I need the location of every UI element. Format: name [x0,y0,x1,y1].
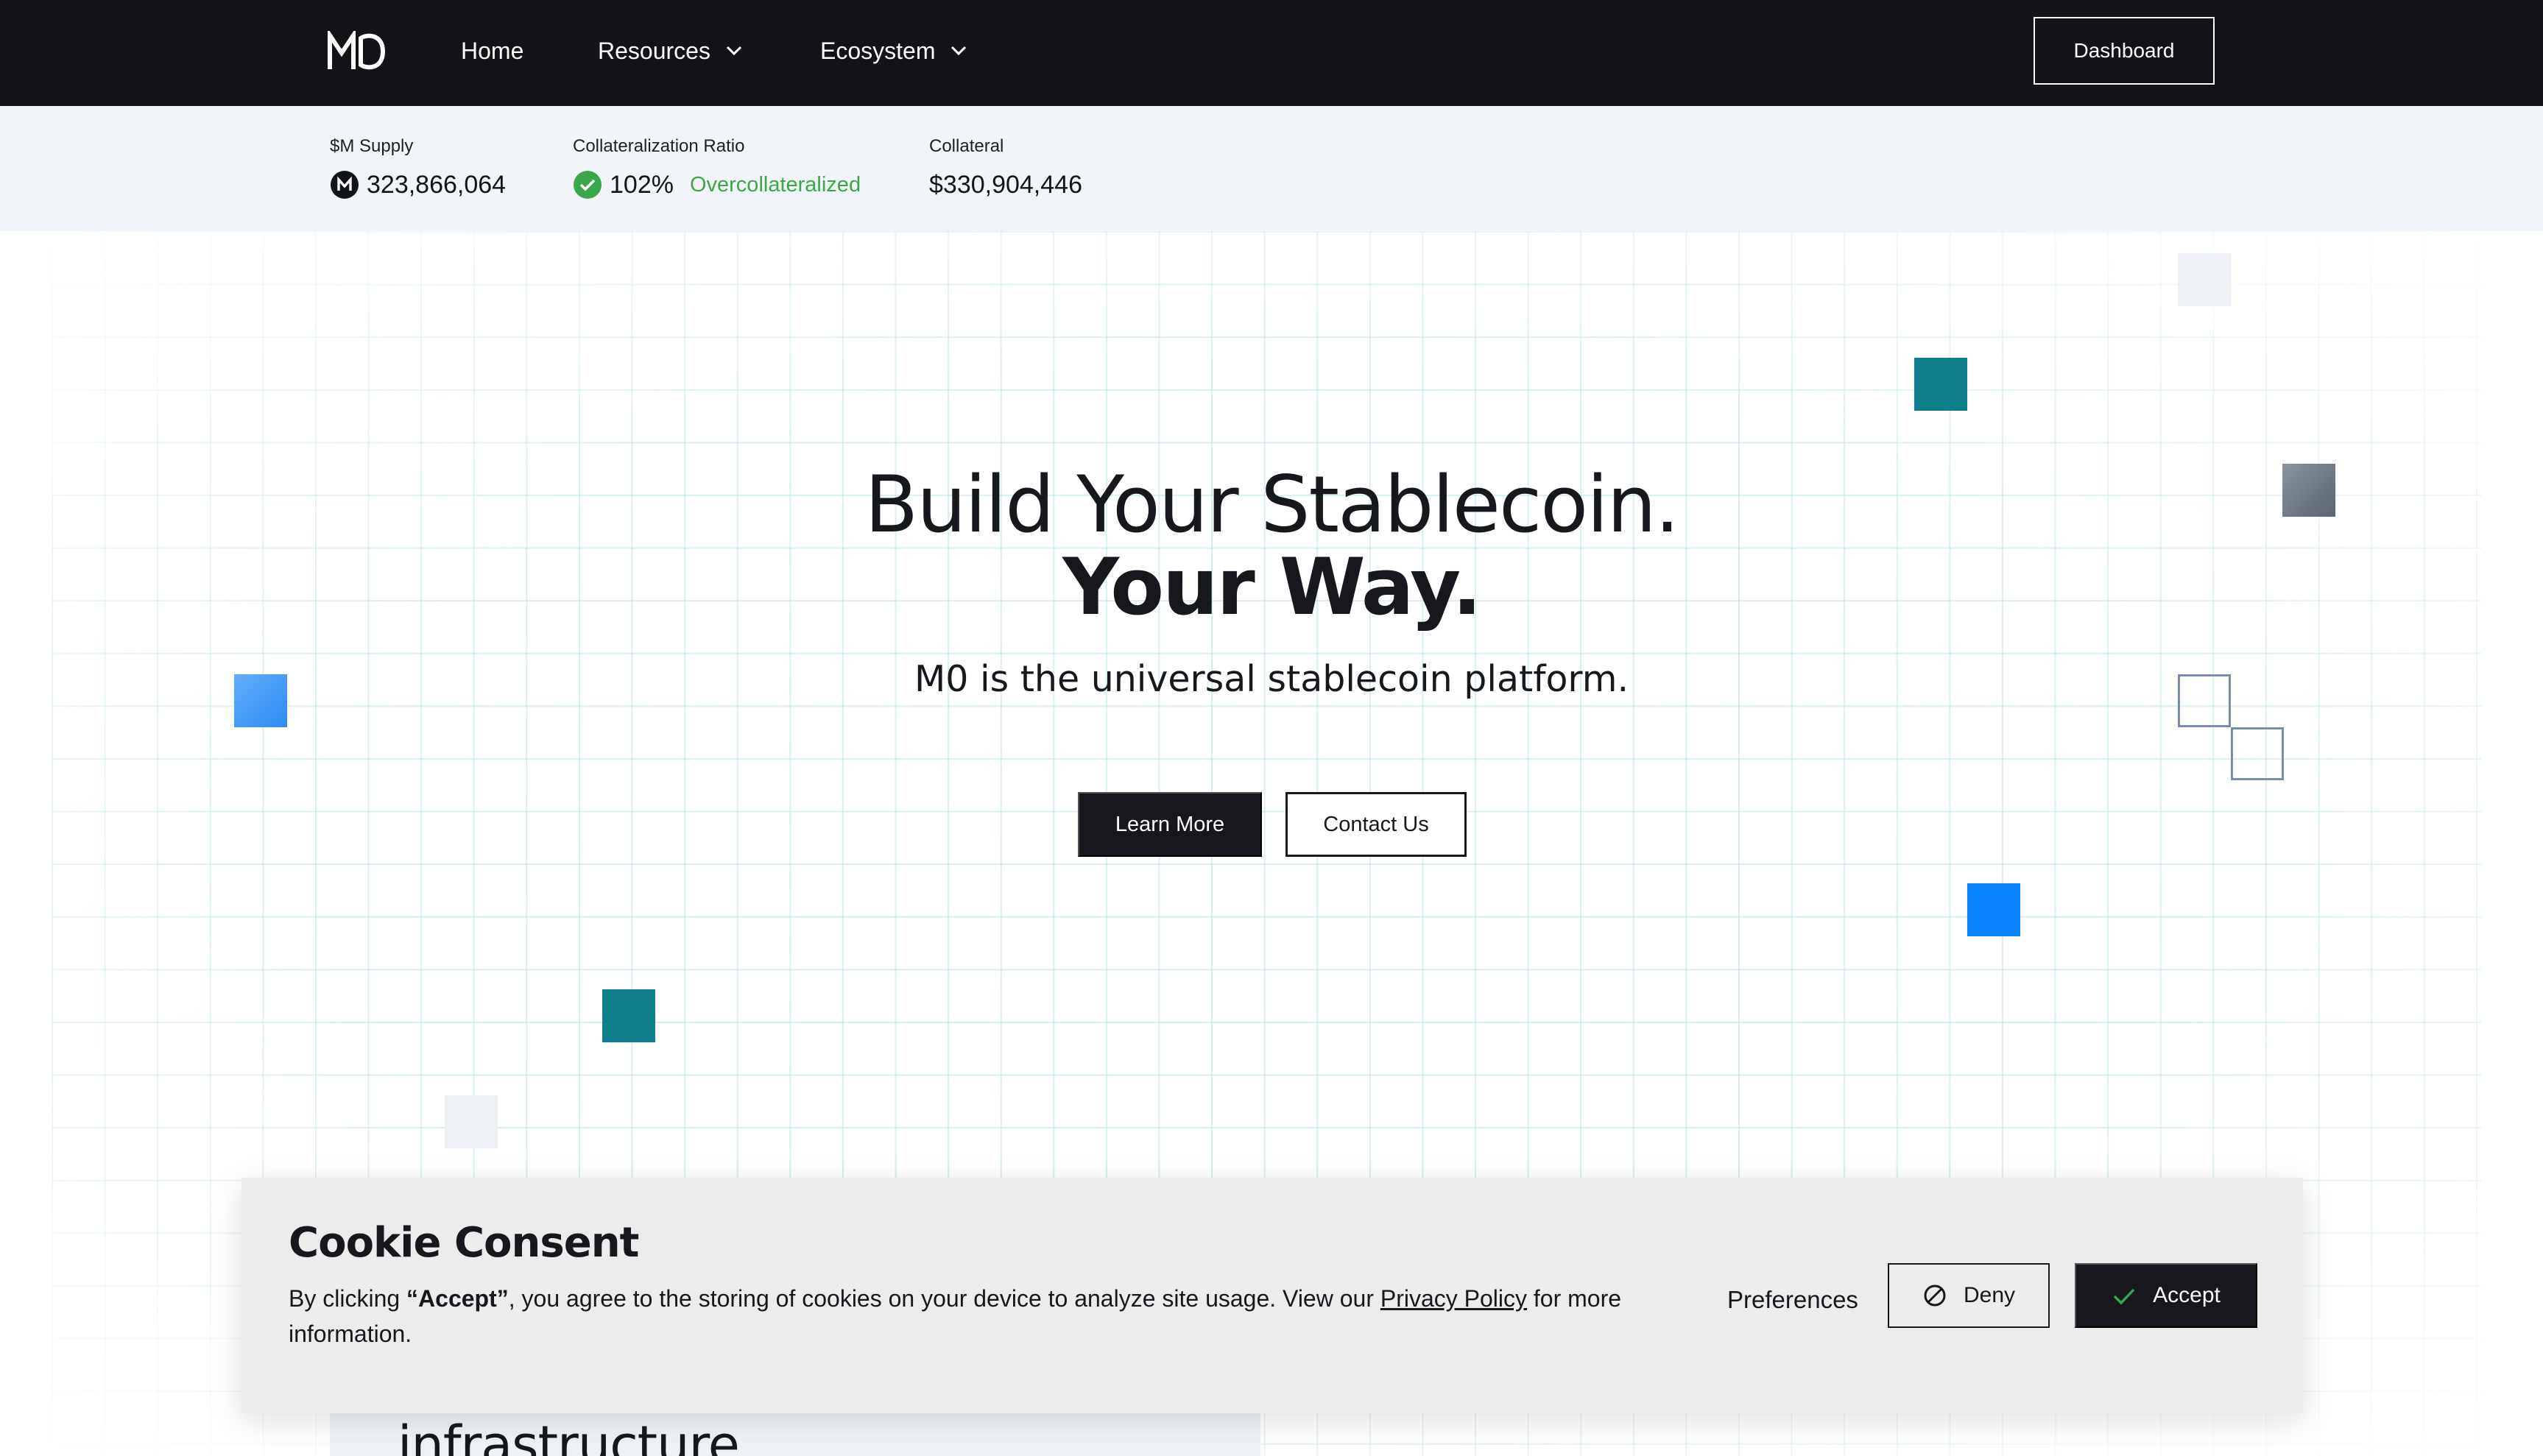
stat-collateral: Collateral $330,904,446 [929,135,1082,202]
top-nav: Home Resources Ecosystem Dashboard [0,0,2543,106]
nav-home-label: Home [461,37,524,64]
chevron-down-icon [951,46,967,56]
stats-bar: $M Supply 323,866,064 Collateralization … [0,106,2543,231]
cookie-message: By clicking “Accept”, you agree to the s… [289,1281,1717,1351]
stat-supply-label: $M Supply [330,136,414,156]
deny-label: Deny [1963,1283,2016,1307]
stat-ratio: Collateralization Ratio 102% Overcollate… [573,135,861,202]
nav-resources[interactable]: Resources [598,32,743,69]
m0-logo[interactable] [327,31,386,72]
status-badge: Overcollateralized [689,172,861,197]
decor-square-light [2178,253,2231,306]
chevron-down-icon [726,46,742,56]
decor-square-teal [602,989,655,1042]
next-section-heading: infrastructure [398,1415,740,1456]
stat-ratio-value-row: 102% Overcollateralized [573,168,861,202]
nav-ecosystem-label: Ecosystem [820,37,936,64]
preferences-button[interactable]: Preferences [1727,1282,1858,1318]
decor-square-teal [1914,358,1967,411]
cookie-text-accept: “Accept” [406,1285,509,1312]
hero-subtitle: M0 is the universal stablecoin platform. [914,658,1629,700]
stat-supply-value-row: 323,866,064 [330,168,506,202]
check-icon [2113,1288,2135,1305]
contact-us-button[interactable]: Contact Us [1285,792,1467,857]
accept-label: Accept [2153,1283,2221,1307]
cookie-title: Cookie Consent [289,1219,639,1267]
learn-more-button[interactable]: Learn More [1078,792,1262,857]
stat-supply: $M Supply 323,866,064 [330,135,506,202]
decor-square-light [445,1095,498,1148]
stat-ratio-value: 102% [610,170,674,199]
decor-square-blue [1967,883,2020,936]
deny-button[interactable]: Deny [1888,1263,2050,1328]
cookie-consent-banner: Cookie Consent By clicking “Accept”, you… [241,1178,2303,1413]
privacy-policy-link[interactable]: Privacy Policy [1380,1285,1527,1312]
stat-supply-value: 323,866,064 [367,170,507,199]
nav-resources-label: Resources [598,37,710,64]
m-coin-icon [331,171,359,199]
check-circle-icon [574,171,602,199]
cookie-text-part: By clicking [289,1285,407,1312]
dashboard-button[interactable]: Dashboard [2034,17,2215,85]
stat-collateral-label: Collateral [929,136,1004,156]
decor-square-outline [2231,727,2284,780]
stat-ratio-label: Collateralization Ratio [573,136,745,156]
prohibited-icon [1924,1284,1946,1307]
nav-home[interactable]: Home [461,32,523,69]
nav-ecosystem[interactable]: Ecosystem [820,32,967,69]
stat-collateral-value-row: $330,904,446 [929,168,1082,202]
hero-title-bold: Your Way. [1062,542,1482,632]
cookie-text-part: , you agree to the storing of cookies on… [508,1285,1380,1312]
stat-collateral-value: $330,904,446 [929,170,1082,199]
hero-title: Build Your Stablecoin. [864,459,1680,550]
accept-button[interactable]: Accept [2075,1263,2257,1328]
